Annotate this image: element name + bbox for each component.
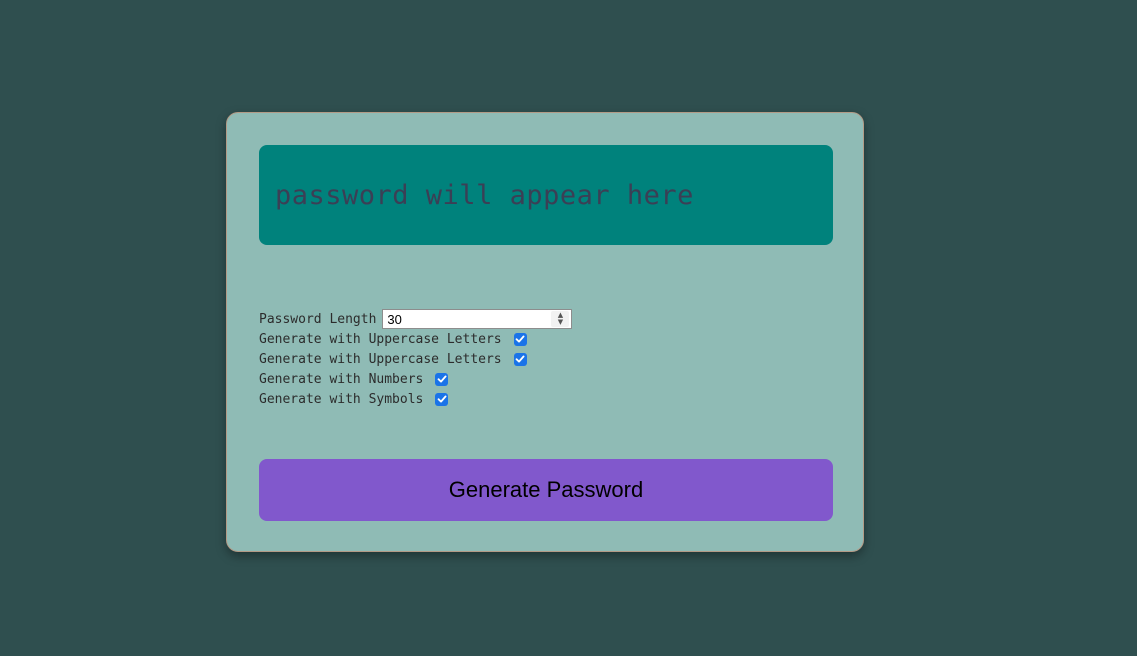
checkmark-icon <box>515 355 525 363</box>
option-label: Generate with Numbers <box>259 371 424 387</box>
checkmark-icon <box>437 395 447 403</box>
option-row-uppercase-2: Generate with Uppercase Letters <box>259 349 572 369</box>
generate-password-button[interactable]: Generate Password <box>259 459 833 521</box>
options-panel: Password Length 30 ▲ ▼ Generate with Upp… <box>259 309 573 409</box>
option-label: Generate with Symbols <box>259 391 424 407</box>
option-label: Generate with Uppercase Letters <box>259 351 502 367</box>
numbers-checkbox[interactable] <box>435 372 449 386</box>
password-length-label: Password Length <box>259 311 377 327</box>
checkmark-icon <box>437 375 447 383</box>
symbols-checkbox[interactable] <box>435 392 449 406</box>
password-generator-card: password will appear here Password Lengt… <box>226 112 864 552</box>
option-label: Generate with Uppercase Letters <box>259 331 502 347</box>
number-stepper[interactable]: ▲ ▼ <box>551 311 570 327</box>
password-output: password will appear here <box>259 145 833 245</box>
length-row: Password Length 30 ▲ ▼ <box>259 309 573 329</box>
option-row-symbols: Generate with Symbols <box>259 389 572 409</box>
password-length-input[interactable]: 30 ▲ ▼ <box>382 309 573 329</box>
password-length-value: 30 <box>387 311 402 327</box>
option-row-numbers: Generate with Numbers <box>259 369 572 389</box>
option-row-uppercase: Generate with Uppercase Letters <box>259 329 572 349</box>
checkmark-icon <box>515 335 525 343</box>
password-output-text: password will appear here <box>275 179 694 211</box>
uppercase-checkbox[interactable] <box>513 332 527 346</box>
uppercase-checkbox-2[interactable] <box>513 352 527 366</box>
stepper-down-icon[interactable]: ▼ <box>558 319 563 326</box>
